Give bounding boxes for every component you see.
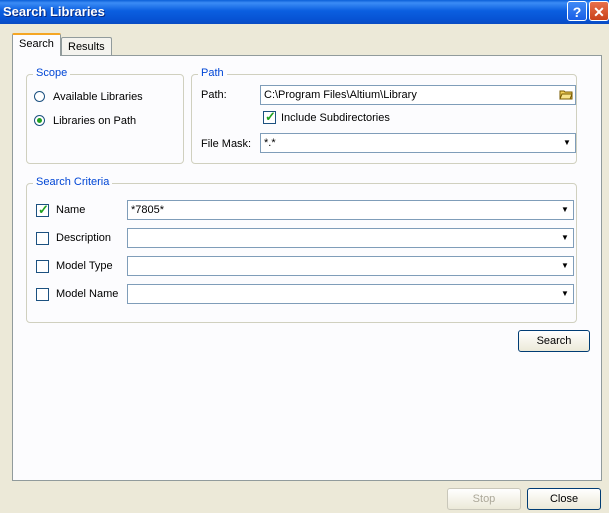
description-input[interactable]: ▼ [127,228,574,248]
stop-button[interactable]: Stop [447,488,521,510]
name-label: Name [56,204,86,216]
search-criteria-legend: Search Criteria [33,176,113,188]
help-button[interactable]: ? [567,1,587,21]
tab-search[interactable]: Search [12,33,61,56]
search-criteria-group: Search Criteria ✓ Name *7805* ▼ Descript… [26,176,577,323]
chevron-down-icon[interactable]: ▼ [557,229,573,247]
path-value: C:\Program Files\Altium\Library [264,89,417,101]
chevron-down-icon[interactable]: ▼ [557,285,573,303]
libraries-on-path-radio[interactable] [34,115,45,126]
file-mask-select[interactable]: *.* ▼ [260,133,576,153]
model-type-label: Model Type [56,260,113,272]
scope-legend: Scope [33,67,71,79]
path-input[interactable]: C:\Program Files\Altium\Library [260,85,576,105]
model-type-checkbox[interactable] [36,260,49,273]
file-mask-value: *.* [264,137,276,149]
name-checkbox[interactable]: ✓ [36,202,49,217]
search-tab-panel: Scope Available Libraries Libraries on P… [12,55,602,481]
checkmark-icon: ✓ [38,202,49,217]
path-group: Path Path: C:\Program Files\Altium\Libra… [191,67,577,164]
window-title: Search Libraries [3,4,105,19]
scope-group: Scope Available Libraries Libraries on P… [26,67,184,164]
libraries-on-path-label: Libraries on Path [53,115,137,127]
chevron-down-icon[interactable]: ▼ [559,134,575,152]
checkmark-icon: ✓ [265,109,276,124]
tab-results[interactable]: Results [61,37,112,57]
description-label: Description [56,232,112,244]
model-name-checkbox[interactable] [36,288,49,301]
description-checkbox[interactable] [36,232,49,245]
chevron-down-icon[interactable]: ▼ [557,201,573,219]
close-window-button[interactable]: ✕ [589,1,609,21]
folder-icon[interactable] [559,88,573,100]
include-subdirectories-label: Include Subdirectories [281,112,390,124]
model-name-label: Model Name [56,288,119,300]
model-name-input[interactable]: ▼ [127,284,574,304]
name-input[interactable]: *7805* ▼ [127,200,574,220]
available-libraries-radio[interactable] [34,91,45,102]
available-libraries-label: Available Libraries [53,91,143,103]
file-mask-label: File Mask: [201,138,252,150]
path-label: Path: [201,89,227,101]
model-type-input[interactable]: ▼ [127,256,574,276]
close-button[interactable]: Close [527,488,601,510]
chevron-down-icon[interactable]: ▼ [557,257,573,275]
name-value: *7805* [131,204,165,216]
include-subdirectories-checkbox[interactable]: ✓ [263,109,276,124]
path-legend: Path [198,67,227,79]
title-bar: Search Libraries ? ✕ [0,0,609,24]
search-button[interactable]: Search [518,330,590,352]
